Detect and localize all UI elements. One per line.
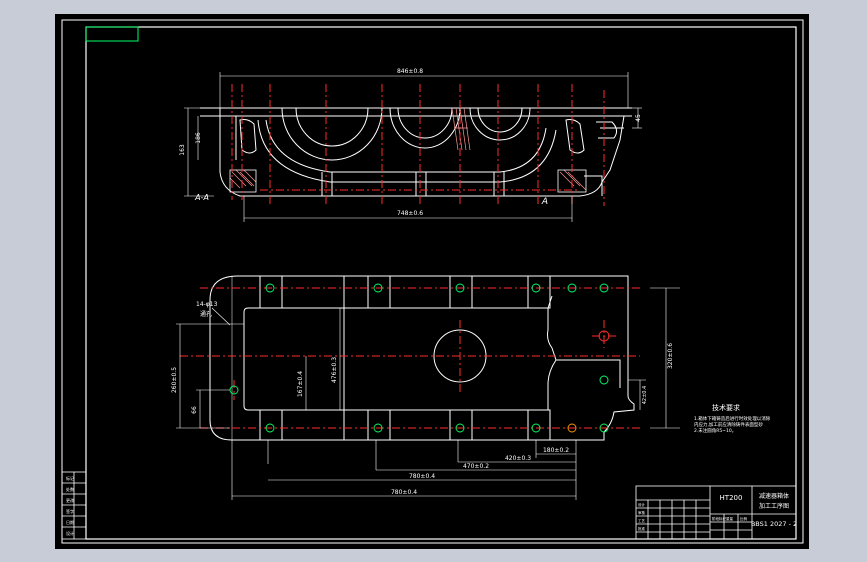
dim-left-height: 163 bbox=[179, 144, 186, 156]
hole-note2: 通孔 bbox=[200, 310, 212, 318]
title-drawing-no: BBS1 2027 - 2 bbox=[751, 520, 797, 528]
dim-plan-right-height: 320±0.6 bbox=[667, 343, 674, 369]
dim-plan-left: 260±0.5 bbox=[171, 367, 178, 393]
left-strip-cell-2: 处数 bbox=[66, 486, 74, 492]
dim-bottom-5: 780±0.4 bbox=[391, 489, 417, 496]
dim-bottom-length: 748±0.6 bbox=[397, 210, 423, 217]
title-small-7: 比例 bbox=[740, 516, 748, 521]
title-small-5: 阶段标记 bbox=[712, 516, 726, 521]
dim-plan-inner: 167±0.4 bbox=[297, 371, 304, 397]
title-small-4: 批准 bbox=[638, 526, 646, 531]
dim-plan-right-small: 42±0.4 bbox=[642, 386, 648, 405]
hole-note: 14-φ13 bbox=[196, 301, 218, 308]
left-strip-cell-1: 标记 bbox=[66, 475, 74, 481]
dim-top-length: 846±0.8 bbox=[397, 68, 423, 75]
drawing-sheet bbox=[55, 14, 809, 549]
title-material: HT200 bbox=[720, 494, 743, 502]
dim-right-small: 45 bbox=[635, 114, 642, 122]
dim-bottom-4: 780±0.4 bbox=[409, 473, 435, 480]
section-label-left: A-A bbox=[194, 193, 209, 202]
title-part-name: 减速器箱体 bbox=[759, 492, 789, 500]
dim-plan-left-small: 66 bbox=[191, 406, 198, 414]
dim-left-inner: 186 bbox=[195, 132, 202, 144]
dim-bottom-3: 470±0.2 bbox=[463, 463, 489, 470]
title-small-6: 重量 bbox=[726, 516, 734, 521]
tech-title: 技术要求 bbox=[712, 403, 740, 412]
dim-plan-inner2: 476±0.3 bbox=[331, 357, 338, 383]
drawing-viewport[interactable]: 846±0.8 748±0.6 163 186 45 A-A A 320±0.6… bbox=[0, 0, 867, 562]
dim-bottom-1: 180±0.2 bbox=[543, 447, 569, 454]
left-strip-cell-6: 设计 bbox=[66, 530, 74, 536]
tech-note-1: 1.箱体下箱铸造后进行时效处理以消除 bbox=[694, 415, 771, 422]
title-part-sub: 加工工序图 bbox=[759, 502, 789, 510]
section-label-right: A bbox=[541, 197, 548, 207]
title-small-1: 设计 bbox=[638, 502, 646, 507]
cad-viewer: 846±0.8 748±0.6 163 186 45 A-A A 320±0.6… bbox=[0, 0, 867, 562]
left-strip-cell-5: 日期 bbox=[66, 519, 74, 525]
title-small-3: 工艺 bbox=[638, 518, 646, 523]
title-small-2: 审核 bbox=[638, 510, 646, 515]
dim-bottom-2: 420±0.3 bbox=[505, 455, 531, 462]
left-strip-cell-4: 签字 bbox=[66, 508, 74, 514]
tech-note-3: 2.未注圆角R5~10。 bbox=[694, 427, 736, 434]
left-strip-cell-3: 更改 bbox=[66, 497, 74, 503]
tech-note-2: 内应力,加工前应清除铸件表面型砂 bbox=[694, 421, 763, 428]
